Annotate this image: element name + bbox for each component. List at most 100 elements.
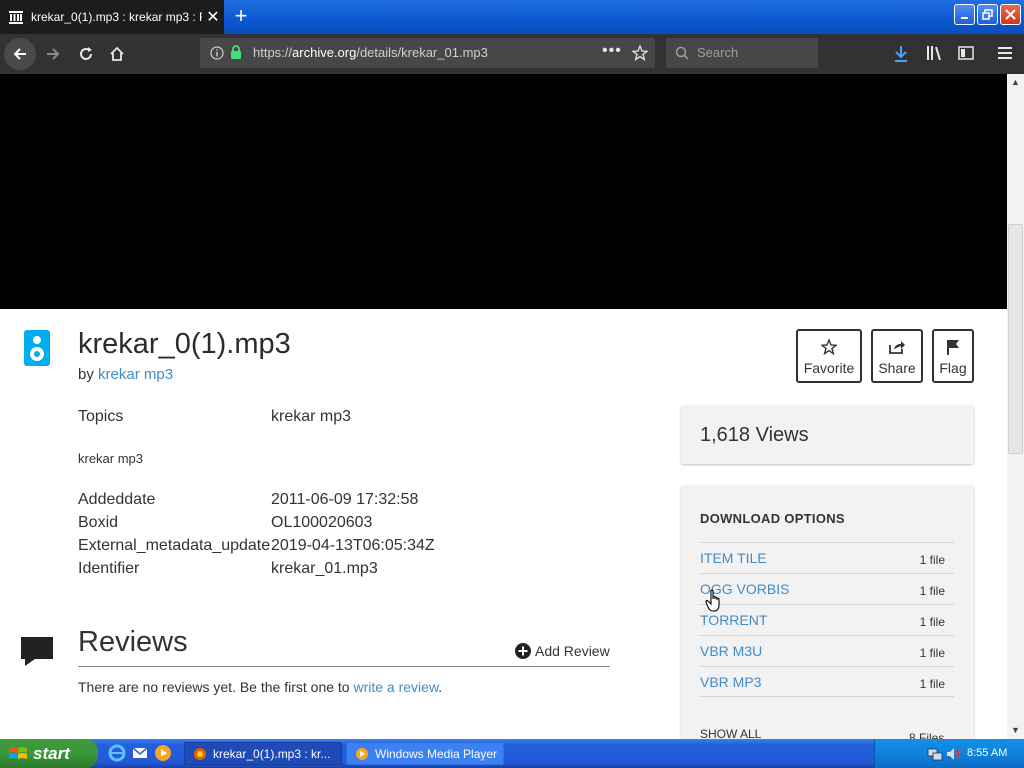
url-bar[interactable]: https://archive.org/details/krekar_01.mp… [200,38,655,68]
close-window-button[interactable] [1000,4,1021,25]
reviews-divider [78,666,610,667]
start-label: start [33,743,70,763]
windows-media-player-icon [356,747,368,760]
metadata-key: External_metadata_update [78,537,271,554]
show-all-count: 8 Files [909,731,945,739]
download-option: TORRENT 1 file [700,604,954,635]
back-button[interactable] [4,38,36,70]
download-format-link[interactable]: VBR M3U [700,643,762,659]
show-all-link[interactable]: SHOW ALL [700,727,761,739]
metadata-value: 2011-06-09 17:32:58 [271,491,419,508]
system-tray: 8:55 AM [874,739,1024,768]
download-file-count: 1 file [919,553,945,567]
download-format-link[interactable]: ITEM TILE [700,550,767,566]
navigation-toolbar: https://archive.org/details/krekar_01.mp… [0,34,1024,74]
network-icon[interactable] [927,746,943,762]
forward-button[interactable] [37,38,69,70]
favorite-button[interactable]: Favorite [796,329,862,383]
taskbar-item-firefox[interactable]: krekar_0(1).mp3 : kr... [184,742,342,765]
outlook-express-icon[interactable] [131,744,149,762]
url-text: https://archive.org/details/krekar_01.mp… [253,45,488,60]
taskbar-item-media-player[interactable]: Windows Media Player [346,742,504,765]
internet-explorer-icon[interactable] [108,744,126,762]
topics-link[interactable]: krekar mp3 [271,408,351,426]
scroll-up-arrow-icon[interactable]: ▲ [1007,74,1024,91]
reviews-heading: Reviews [78,626,188,658]
flag-label: Flag [939,360,967,376]
page-content: krekar_0(1).mp3 by krekar mp3 Favorite S… [0,74,1007,739]
share-label: Share [878,360,916,376]
share-icon [889,341,905,354]
restore-icon [982,9,993,20]
item-description: krekar mp3 [78,451,144,466]
new-tab-icon[interactable]: + [230,5,252,27]
tab-close-icon[interactable]: ✕ [202,7,224,27]
home-button[interactable] [101,38,133,70]
forward-arrow-icon [47,48,60,60]
restore-button[interactable] [977,4,998,25]
creator-link[interactable]: krekar mp3 [98,366,173,383]
item-title: krekar_0(1).mp3 [78,328,291,360]
search-placeholder: Search [697,45,739,60]
download-file-count: 1 file [919,584,945,598]
reviews-speech-bubble-icon [21,637,53,666]
star-icon [821,338,837,356]
download-options-heading: DOWNLOAD OPTIONS [700,511,845,526]
no-reviews-text: There are no reviews yet. Be the first o… [78,679,442,695]
sidebar-icon[interactable] [958,46,974,60]
media-player-quick-icon[interactable] [154,744,172,762]
download-file-count: 1 file [919,646,945,660]
media-player-area[interactable] [0,74,1007,309]
share-button[interactable]: Share [871,329,923,383]
flag-button[interactable]: Flag [932,329,974,383]
download-format-link[interactable]: TORRENT [700,612,767,628]
archive-favicon-icon [9,11,23,24]
minimize-icon [960,16,968,19]
download-option: VBR M3U 1 file [700,635,954,666]
tab-title: krekar_0(1).mp3 : krekar mp3 : Fre [31,10,202,24]
download-file-count: 1 file [919,677,945,691]
download-format-link[interactable]: VBR MP3 [700,674,761,690]
add-review-label: Add Review [535,643,610,659]
views-count: 1,618 Views [700,424,809,446]
no-reviews-period: . [438,679,443,695]
minimize-button[interactable] [954,4,975,25]
views-card: 1,618 Views [681,405,974,464]
audio-item-icon [24,330,50,366]
page-actions-icon[interactable]: ••• [602,42,622,60]
add-review-button[interactable]: Add Review [515,643,610,659]
flag-icon [947,340,959,355]
start-button[interactable]: start [0,739,98,768]
metadata-key: Identifier [78,560,140,577]
reload-button[interactable] [70,38,102,70]
close-icon [1005,9,1016,20]
windows-logo-icon [9,746,27,759]
page-scrollbar[interactable]: ▲ ▼ [1007,74,1024,739]
search-bar[interactable]: Search [666,38,818,68]
menu-hamburger-icon[interactable] [997,46,1013,60]
taskbar-item-label: Windows Media Player [375,746,498,761]
info-icon[interactable] [210,46,224,60]
scroll-down-arrow-icon[interactable]: ▼ [1007,722,1024,739]
download-option: VBR MP3 1 file [700,666,954,697]
taskbar-item-label: krekar_0(1).mp3 : kr... [213,746,331,761]
favorite-label: Favorite [803,360,855,376]
search-icon [675,46,689,60]
metadata-value: OL100020603 [271,514,373,531]
secure-lock-icon[interactable] [230,45,242,60]
hand-cursor-icon [705,589,720,612]
download-option: ITEM TILE 1 file [700,542,954,573]
write-review-link[interactable]: write a review [353,679,438,695]
metadata-value: 2019-04-13T06:05:34Z [271,537,435,554]
no-reviews-message: There are no reviews yet. Be the first o… [78,679,350,695]
browser-tab[interactable]: krekar_0(1).mp3 : krekar mp3 : Fre ✕ [0,0,224,34]
download-icon[interactable] [893,45,909,63]
volume-icon[interactable] [945,746,961,762]
bookmark-star-icon[interactable] [632,45,648,61]
back-arrow-icon [13,48,26,60]
library-icon[interactable] [926,45,944,61]
scrollbar-thumb[interactable] [1008,224,1023,454]
firefox-icon [194,747,206,760]
browser-titlebar: krekar_0(1).mp3 : krekar mp3 : Fre ✕ + [0,0,1024,34]
reload-icon [80,47,92,60]
